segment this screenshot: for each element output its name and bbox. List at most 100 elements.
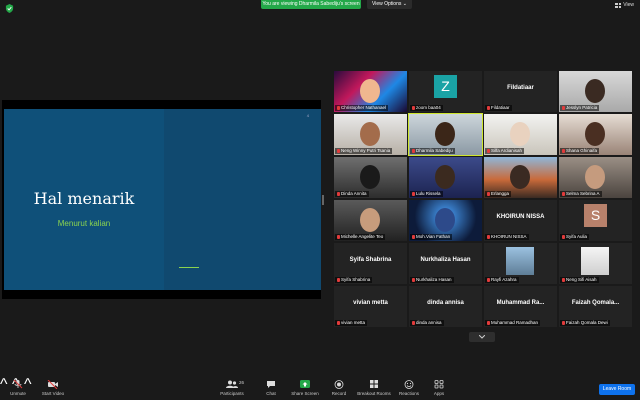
participant-tile[interactable]: Silfa Ardianisah <box>484 114 557 155</box>
leave-room-button[interactable]: Leave Room <box>599 384 635 395</box>
participant-name: Michelle Angelite Teo <box>341 234 384 239</box>
participant-face <box>435 165 455 189</box>
participant-display-name: Fildatiaar <box>507 85 534 91</box>
participant-tile[interactable]: S Syifa Aulia <box>559 200 632 241</box>
participant-name: dinda annisa <box>416 320 442 325</box>
reactions-label: Reactions <box>398 391 419 396</box>
participant-name-label: Muhammad Ramadhan <box>485 320 541 326</box>
participant-tile[interactable]: Erlangga <box>484 157 557 198</box>
unmute-button[interactable]: Unmute <box>1 380 35 400</box>
participant-name-label: Rayfi Azahra <box>485 277 519 283</box>
participant-tile[interactable]: KHOIRUN NISSA KHOIRUN NISSA <box>484 200 557 241</box>
participant-tile[interactable]: Zzoom baa04 <box>409 71 482 112</box>
participant-tile[interactable]: Faizah Qomala... Faizah Qomala Dewi <box>559 286 632 327</box>
view-button[interactable]: View <box>615 2 634 8</box>
microphone-muted-icon <box>337 278 340 282</box>
microphone-muted-icon <box>412 192 415 196</box>
participant-tile[interactable]: Dinda Annita <box>334 157 407 198</box>
microphone-muted-icon <box>13 380 23 389</box>
panel-splitter-handle[interactable] <box>322 195 324 205</box>
participant-name: Faizah Qomala Dewi <box>566 320 608 325</box>
breakout-rooms-label: Breakout Rooms <box>357 391 391 396</box>
record-label: Record <box>331 391 347 396</box>
participants-label: Participants <box>220 391 244 396</box>
participant-name: Erlangga <box>491 191 510 196</box>
share-screen-button[interactable]: Share Screen <box>288 380 322 400</box>
participant-name: Shana Ghinaifa <box>566 148 598 153</box>
participant-tile[interactable]: Nurkhaliza Hasan Nurkhaliza Hasan <box>409 243 482 284</box>
participant-face <box>360 79 380 103</box>
participant-profile-picture <box>506 247 534 275</box>
participant-name: Jesslyn Patricia <box>566 105 598 110</box>
participant-name-label: Selma Sebrina A <box>560 191 602 197</box>
participant-name-label: Christopher Nathanael <box>335 105 389 111</box>
microphone-muted-icon <box>487 192 490 196</box>
participant-face <box>435 122 455 146</box>
participant-name: Syifa Shabrina <box>341 277 371 282</box>
participant-tile[interactable]: Dharmila Sabediju <box>408 113 483 156</box>
shared-screen[interactable]: Hal menarik Menurut kalian 4 <box>2 100 321 299</box>
microphone-muted-icon <box>562 106 565 110</box>
viewing-screen-banner: You are viewing Dharmila Sabediju's scre… <box>261 0 361 9</box>
breakout-rooms-icon <box>370 380 378 388</box>
participant-name: Dinda Annita <box>341 191 367 196</box>
view-options-label: View Options <box>372 1 402 7</box>
view-options-button[interactable]: View Options ⌄ <box>367 0 412 9</box>
microphone-muted-icon <box>337 106 340 110</box>
participant-name-label: Dharmila Sabediju <box>410 148 455 154</box>
microphone-muted-icon <box>337 235 340 239</box>
participant-tile[interactable]: Michelle Angelite Teo <box>334 200 407 241</box>
gallery-next-page-button[interactable] <box>469 332 495 342</box>
microphone-muted-icon <box>487 321 490 325</box>
microphone-muted-icon <box>412 235 415 239</box>
participant-tile[interactable]: Neng Sifi Aisah <box>559 243 632 284</box>
microphone-muted-icon <box>337 321 340 325</box>
participant-tile[interactable]: Shana Ghinaifa <box>559 114 632 155</box>
participant-tile[interactable]: Neng Winny Putri Tsania <box>334 114 407 155</box>
participant-display-name: KHOIRUN NISSA <box>496 214 545 220</box>
slide-title: Hal menarik <box>33 189 135 208</box>
record-button[interactable]: Record <box>322 380 356 400</box>
participant-name-label: Lulu Rissela <box>410 191 443 197</box>
participant-name-label: Neng Sifi Aisah <box>560 277 599 283</box>
participant-name-label: KHOIRUN NISSA <box>485 234 529 240</box>
chevron-down-icon: ⌄ <box>402 1 407 7</box>
participant-face <box>510 122 530 146</box>
participant-name: Rayfi Azahra <box>491 277 517 282</box>
participant-name-label: Syifa Shabrina <box>335 277 373 283</box>
start-video-label: Start Video <box>41 391 65 396</box>
view-label: View <box>623 2 634 8</box>
slide-accent-line <box>179 267 199 268</box>
participant-face <box>510 165 530 189</box>
microphone-muted-icon <box>562 278 565 282</box>
participant-name-label: dinda annisa <box>410 320 444 326</box>
participants-count: 26 <box>239 380 245 385</box>
participants-button[interactable]: 26 Participants <box>215 380 249 400</box>
participant-tile[interactable]: Lulu Rissela <box>409 157 482 198</box>
participant-tile[interactable]: Moh.Vian Fathan <box>409 200 482 241</box>
participant-tile[interactable]: Jesslyn Patricia <box>559 71 632 112</box>
security-shield-icon[interactable] <box>5 4 14 13</box>
participant-tile[interactable]: dinda annisa dinda annisa <box>409 286 482 327</box>
participant-tile[interactable]: Selma Sebrina A <box>559 157 632 198</box>
participant-name-label: Nurkhaliza Hasan <box>410 277 454 283</box>
chat-button[interactable]: Chat <box>254 380 288 400</box>
breakout-rooms-button[interactable]: Breakout Rooms <box>355 380 393 400</box>
participant-tile[interactable]: vivian metta vivian metta <box>334 286 407 327</box>
participant-tile[interactable]: Christopher Nathanael <box>334 71 407 112</box>
reactions-smiley-icon <box>404 380 414 389</box>
participant-tile[interactable]: Fildatiaar Fildatiaar <box>484 71 557 112</box>
start-video-button[interactable]: Start Video <box>36 380 70 400</box>
participant-display-name: dinda annisa <box>427 300 464 306</box>
participant-tile[interactable]: Muhammad Ra... Muhammad Ramadhan <box>484 286 557 327</box>
participant-name-label: Michelle Angelite Teo <box>335 234 386 240</box>
grid-view-icon <box>615 2 622 8</box>
microphone-muted-icon <box>562 192 565 196</box>
reactions-button[interactable]: Reactions <box>392 380 426 400</box>
participant-tile[interactable]: Rayfi Azahra <box>484 243 557 284</box>
participant-name-label: Faizah Qomala Dewi <box>560 320 610 326</box>
participant-name: Dharmila Sabediju <box>416 148 453 153</box>
participant-name: Moh.Vian Fathan <box>416 234 451 239</box>
apps-button[interactable]: Apps <box>422 380 456 400</box>
participant-tile[interactable]: Syifa Shabrina Syifa Shabrina <box>334 243 407 284</box>
